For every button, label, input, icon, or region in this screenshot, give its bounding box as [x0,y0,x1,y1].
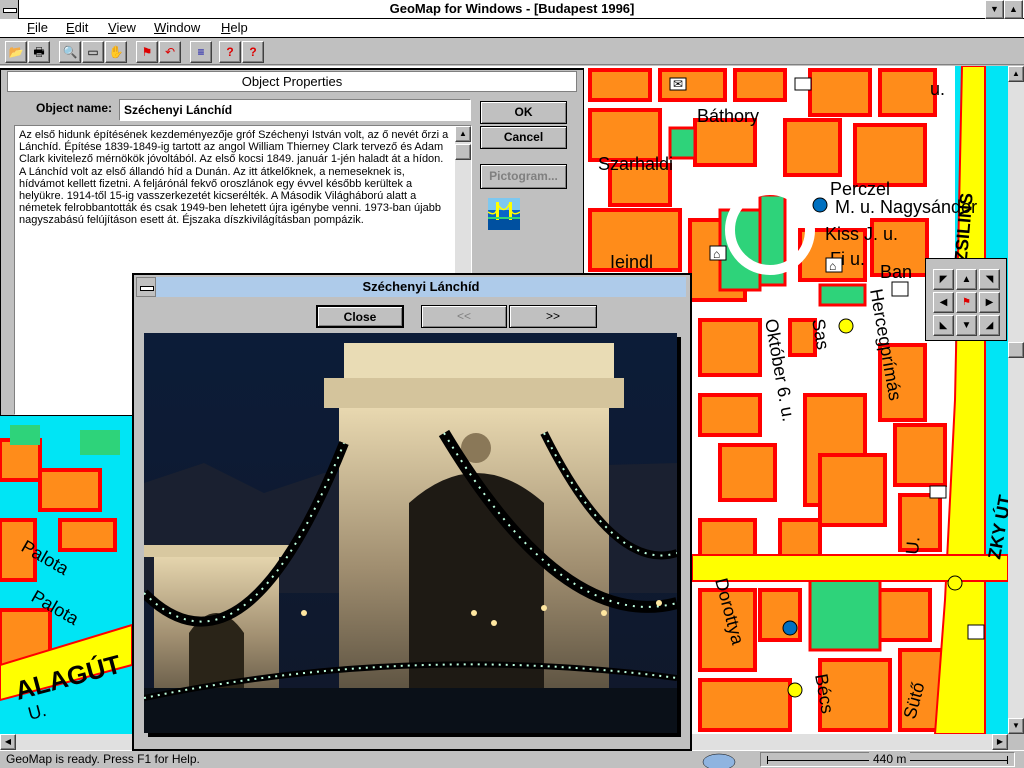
toolbar: 📂 🖶 🔍 ▭ ✋ ⚑ ↶ ≡ ? ? [0,38,1024,65]
menu-file[interactable]: File [27,20,48,35]
maximize-icon[interactable]: ▲ [1004,0,1023,19]
help-icon[interactable]: ? [219,41,241,63]
layers-icon[interactable]: ≡ [190,41,212,63]
cancel-button[interactable]: Cancel [480,126,567,149]
menu-help[interactable]: Help [221,20,248,35]
vertical-scrollbar[interactable]: ▲ ▼ [1008,66,1024,734]
scale-label: 440 m [869,752,911,766]
scroll-left-icon[interactable]: ◀ [0,734,16,750]
menu-bar: File Edit View Window Help [0,19,1024,38]
undo-icon[interactable]: ↶ [159,41,181,63]
status-text: GeoMap is ready. Press F1 for Help. [6,752,200,766]
window-title: GeoMap for Windows - [Budapest 1996] [389,1,635,16]
bridge-photo [144,333,677,733]
pictogram-button[interactable]: Pictogram... [480,164,567,189]
status-bar: GeoMap is ready. Press F1 for Help. 440 … [0,750,1024,768]
menu-edit[interactable]: Edit [66,20,88,35]
menu-view[interactable]: View [108,20,136,35]
marker-icon: ✉ [673,77,683,91]
nav-up-right-icon[interactable]: ◥ [979,269,1000,290]
hand-pan-icon[interactable]: ✋ [105,41,127,63]
close-button[interactable]: Close [316,305,404,328]
scroll-up-icon[interactable]: ▲ [455,126,471,142]
zoom-in-icon[interactable]: 🔍 [59,41,81,63]
scroll-right-icon[interactable]: ▶ [992,734,1008,750]
nav-up-left-icon[interactable]: ◤ [933,269,954,290]
ok-button[interactable]: OK [480,101,567,124]
print-icon[interactable]: 🖶 [28,41,50,63]
object-name-label: Object name: [36,101,113,115]
street-label: Báthory [697,106,759,126]
photo-viewer-dialog: Széchenyi Lánchíd Close << >> [132,273,692,751]
street-label: Ban [880,262,912,282]
nav-right-icon[interactable]: ▶ [979,292,1000,313]
object-name-field[interactable]: Széchenyi Lánchíd [119,99,471,121]
nav-down-icon[interactable]: ▼ [956,315,977,336]
nav-down-left-icon[interactable]: ◣ [933,315,954,336]
scroll-up-icon[interactable]: ▲ [1008,66,1024,82]
bridge-pictogram-icon [487,198,521,230]
system-menu-icon[interactable] [136,277,156,297]
marker-icon: ⌂ [713,247,720,261]
next-button[interactable]: >> [509,305,597,328]
nav-up-icon[interactable]: ▲ [956,269,977,290]
minimize-icon[interactable]: ▼ [985,0,1004,19]
viewer-title: Széchenyi Lánchíd [156,277,686,297]
description-text: Az első hidunk építésének kezdeményezője… [19,129,449,227]
marker-icon: ⌂ [829,259,836,273]
scroll-thumb[interactable] [455,144,471,160]
street-label: u. [930,79,945,99]
street-label: Ieindl [610,252,653,272]
context-help-icon[interactable]: ? [242,41,264,63]
navigation-pad: ◤ ▲ ◥ ◀ ⚑ ▶ ◣ ▼ ◢ [925,258,1007,341]
nav-left-icon[interactable]: ◀ [933,292,954,313]
ruler-icon[interactable]: ▭ [82,41,104,63]
nav-center-flag-icon[interactable]: ⚑ [956,292,977,313]
scroll-down-icon[interactable]: ▼ [1008,718,1024,734]
street-label: U. [902,536,923,556]
dialog-title: Object Properties [7,71,577,92]
flag-icon[interactable]: ⚑ [136,41,158,63]
street-label: Szarhaldi [598,154,673,174]
menu-window[interactable]: Window [154,20,200,35]
open-folder-icon[interactable]: 📂 [5,41,27,63]
nav-down-right-icon[interactable]: ◢ [979,315,1000,336]
street-label: Perczel [830,179,890,199]
globe-icon [700,751,738,768]
scroll-thumb[interactable] [1008,342,1024,358]
street-label: Kiss J. u. [825,224,898,244]
title-bar: GeoMap for Windows - [Budapest 1996] ▼ ▲ [0,0,1024,19]
scale-bar: 440 m [760,752,1015,767]
previous-button[interactable]: << [421,305,507,328]
